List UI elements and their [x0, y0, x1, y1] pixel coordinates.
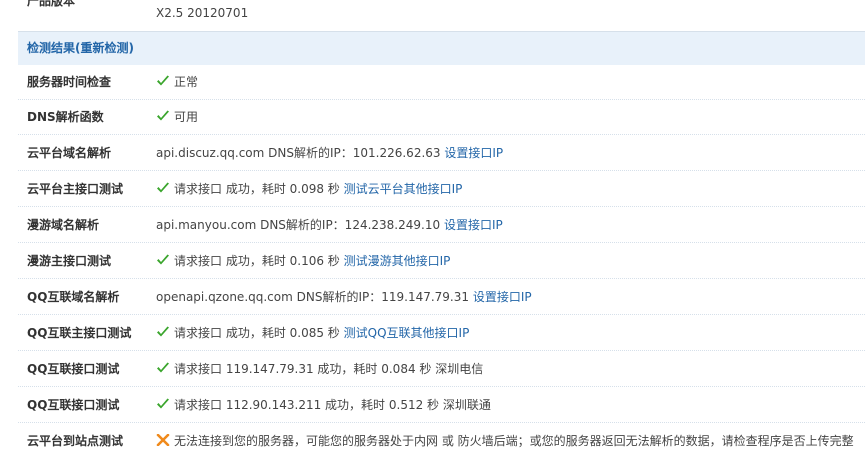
- row-value: 请求接口 119.147.79.31 成功，耗时 0.084 秒 深圳电信: [156, 352, 483, 387]
- check-row-cloud-main-interface: 云平台主接口测试 请求接口 成功，耗时 0.098 秒 测试云平台其他接口IP: [18, 172, 865, 207]
- row-label: 漫游域名解析: [27, 218, 100, 232]
- row-value: 请求接口 成功，耗时 0.098 秒 测试云平台其他接口IP: [156, 172, 462, 207]
- check-icon: [156, 182, 170, 194]
- product-version-value: X2.5 20120701: [156, 6, 249, 20]
- test-qq-other-ip-link[interactable]: 测试QQ互联其他接口IP: [344, 326, 470, 340]
- row-label: QQ互联接口测试: [27, 398, 120, 412]
- row-text: 请求接口 119.147.79.31 成功，耗时 0.084 秒 深圳电信: [174, 362, 484, 376]
- row-label: 服务器时间检查: [27, 75, 112, 89]
- row-value: 请求接口 成功，耗时 0.106 秒 测试漫游其他接口IP: [156, 244, 450, 279]
- row-text: api.manyou.com DNS解析的IP：124.238.249.10: [156, 218, 441, 232]
- check-row-dns-function: DNS解析函数 可用: [18, 100, 865, 135]
- product-version-row: 产品版本 X2.5 20120701: [18, 0, 865, 31]
- check-row-qq-interface-telecom: QQ互联接口测试 请求接口 119.147.79.31 成功，耗时 0.084 …: [18, 352, 865, 387]
- row-value: api.manyou.com DNS解析的IP：124.238.249.10 设…: [156, 208, 503, 243]
- check-row-qq-interface-unicom: QQ互联接口测试 请求接口 112.90.143.211 成功，耗时 0.512…: [18, 388, 865, 423]
- check-results-header: 检测结果(重新检测): [18, 31, 865, 65]
- recheck-link[interactable]: 重新检测: [81, 41, 129, 55]
- test-cloud-other-ip-link[interactable]: 测试云平台其他接口IP: [344, 182, 463, 196]
- row-label: QQ互联主接口测试: [27, 326, 132, 340]
- row-text: 请求接口 成功，耗时 0.085 秒: [174, 326, 340, 340]
- check-icon: [156, 326, 170, 338]
- check-row-qq-main-interface: QQ互联主接口测试 请求接口 成功，耗时 0.085 秒 测试QQ互联其他接口I…: [18, 316, 865, 351]
- row-text: 请求接口 112.90.143.211 成功，耗时 0.512 秒 深圳联通: [174, 398, 491, 412]
- row-label: 漫游主接口测试: [27, 254, 112, 268]
- check-icon: [156, 75, 170, 87]
- row-text: 无法连接到您的服务器，可能您的服务器处于内网 或 防火墙后端；或您的服务器返回无…: [174, 434, 854, 448]
- check-row-cloud-to-site: 云平台到站点测试 无法连接到您的服务器，可能您的服务器处于内网 或 防火墙后端；…: [18, 424, 865, 459]
- row-text: 请求接口 成功，耗时 0.106 秒: [174, 254, 340, 268]
- row-value: 可用: [156, 100, 198, 135]
- row-label: QQ互联接口测试: [27, 362, 120, 376]
- set-interface-ip-link[interactable]: 设置接口IP: [473, 290, 532, 304]
- row-label: 云平台到站点测试: [27, 434, 124, 448]
- row-label: QQ互联域名解析: [27, 290, 120, 304]
- row-text: openapi.qzone.qq.com DNS解析的IP：119.147.79…: [156, 290, 470, 304]
- check-icon: [156, 110, 170, 122]
- row-status: 可用: [174, 110, 199, 124]
- row-value: 请求接口 112.90.143.211 成功，耗时 0.512 秒 深圳联通: [156, 388, 491, 423]
- row-label: 云平台主接口测试: [27, 182, 124, 196]
- check-row-qq-dns: QQ互联域名解析 openapi.qzone.qq.com DNS解析的IP：1…: [18, 280, 865, 315]
- row-text: 请求接口 成功，耗时 0.098 秒: [174, 182, 340, 196]
- cross-icon: [156, 434, 170, 446]
- row-value: openapi.qzone.qq.com DNS解析的IP：119.147.79…: [156, 280, 532, 315]
- row-label: DNS解析函数: [27, 110, 104, 124]
- row-value: api.discuz.qq.com DNS解析的IP：101.226.62.63…: [156, 136, 503, 171]
- row-status: 正常: [174, 75, 199, 89]
- set-interface-ip-link[interactable]: 设置接口IP: [444, 218, 503, 232]
- check-row-cloud-dns: 云平台域名解析 api.discuz.qq.com DNS解析的IP：101.2…: [18, 136, 865, 171]
- row-value: 请求接口 成功，耗时 0.085 秒 测试QQ互联其他接口IP: [156, 316, 469, 351]
- product-version-label: 产品版本: [27, 0, 76, 8]
- check-results-title: 检测结果(重新检测): [27, 41, 134, 55]
- row-value: 正常: [156, 65, 198, 100]
- check-icon: [156, 254, 170, 266]
- test-manyou-other-ip-link[interactable]: 测试漫游其他接口IP: [344, 254, 451, 268]
- check-icon: [156, 398, 170, 410]
- check-row-server-time: 服务器时间检查 正常: [18, 65, 865, 100]
- check-icon: [156, 362, 170, 374]
- check-row-manyou-dns: 漫游域名解析 api.manyou.com DNS解析的IP：124.238.2…: [18, 208, 865, 243]
- row-value: 无法连接到您的服务器，可能您的服务器处于内网 或 防火墙后端；或您的服务器返回无…: [156, 424, 854, 459]
- row-label: 云平台域名解析: [27, 146, 112, 160]
- check-row-manyou-main-interface: 漫游主接口测试 请求接口 成功，耗时 0.106 秒 测试漫游其他接口IP: [18, 244, 865, 279]
- row-text: api.discuz.qq.com DNS解析的IP：101.226.62.63: [156, 146, 441, 160]
- set-interface-ip-link[interactable]: 设置接口IP: [444, 146, 503, 160]
